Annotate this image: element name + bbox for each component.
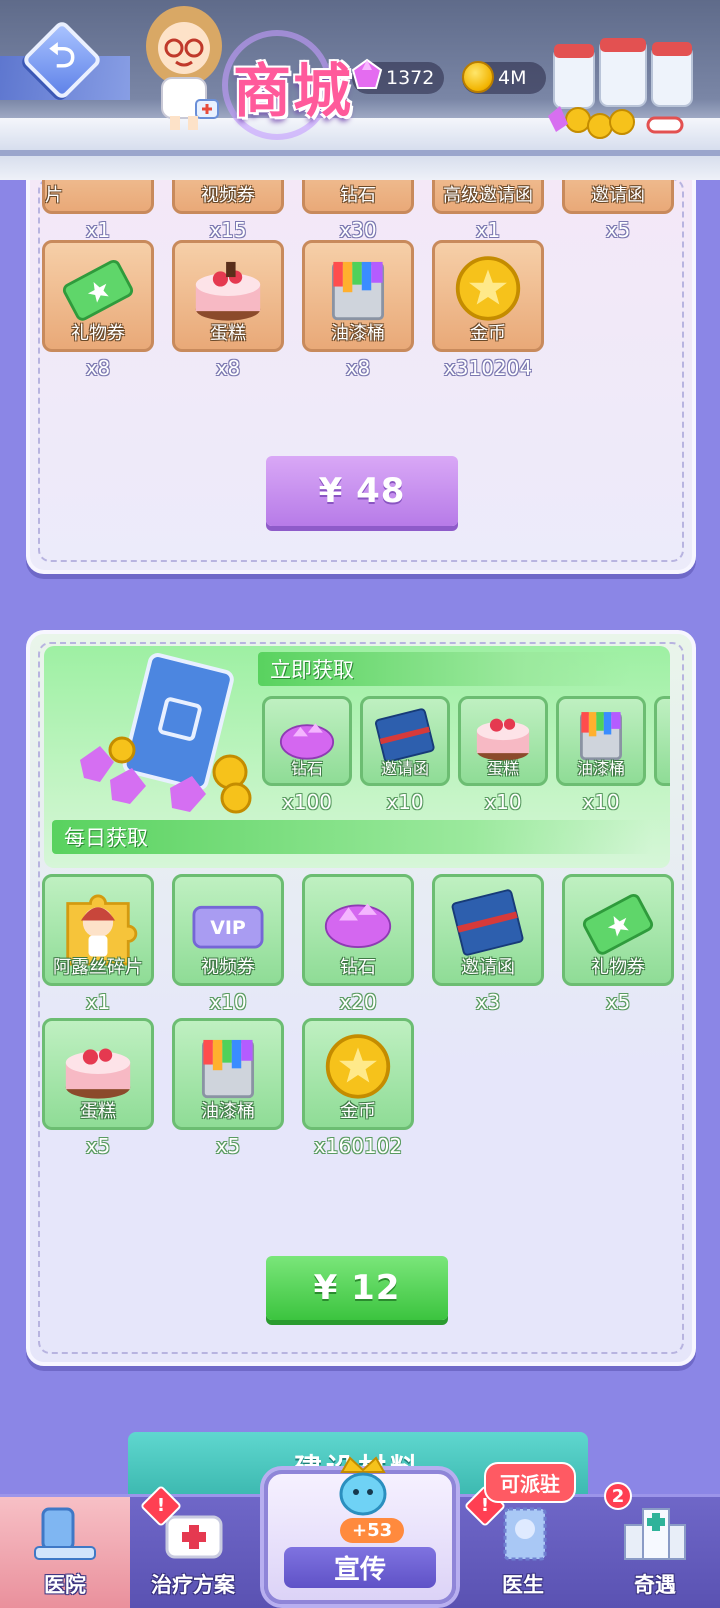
item-name: 视频券 bbox=[201, 957, 255, 978]
item-qty: x3 bbox=[475, 990, 501, 1014]
item-qty: x20 bbox=[339, 990, 377, 1014]
nav-encounter[interactable]: 奇遇 bbox=[590, 1497, 720, 1608]
hospital-building-icon bbox=[624, 1508, 686, 1560]
nav-label: 治疗方案 bbox=[151, 1573, 235, 1597]
item-name: 礼物券 bbox=[591, 957, 645, 978]
pack-panel-48: 松鼠公主碎片 x1 视频券 x15 钻石 x30 高级邀请函 x1 邀请函 x5 bbox=[26, 134, 696, 574]
item-name: 邀请函 bbox=[380, 759, 429, 778]
pack2-instant-invite[interactable]: 邀请函 x10 bbox=[360, 696, 450, 814]
encounter-count-badge: 2 bbox=[604, 1482, 632, 1510]
daily-label: 每日获取 bbox=[52, 820, 652, 854]
item-qty: x10 bbox=[484, 790, 522, 814]
item-qty: x10 bbox=[582, 790, 620, 814]
item-qty: x10 bbox=[209, 990, 247, 1014]
coin-counter[interactable]: 4M bbox=[462, 61, 546, 94]
item-name: 油漆桶 bbox=[576, 759, 625, 778]
item-qty: x1 bbox=[85, 218, 111, 242]
nav-promote[interactable]: +53 宣传 bbox=[264, 1456, 456, 1604]
pack2-daily-cake[interactable]: 蛋糕 x5 bbox=[42, 1018, 154, 1158]
item-name: 油漆桶 bbox=[331, 323, 385, 344]
gem-counter[interactable]: 1372 bbox=[351, 58, 444, 94]
pack1-item-cake[interactable]: 蛋糕 x8 bbox=[172, 240, 284, 380]
nav-hospital[interactable]: 医院 bbox=[0, 1497, 130, 1608]
pack-panel-12: 立即获取 钻石 x100 邀请函 x10 蛋糕 x10 油漆桶 x10 每日获取… bbox=[26, 630, 696, 1366]
pack2-instant-paint-bucket[interactable]: 油漆桶 x10 bbox=[556, 696, 646, 814]
hospital-faucet-icon bbox=[34, 1507, 96, 1560]
nav-treatment[interactable]: ! 治疗方案 bbox=[128, 1484, 258, 1608]
item-name: 金币 bbox=[340, 1101, 376, 1122]
shop-header: ⮌ 商城 1372 4M bbox=[0, 0, 720, 180]
promote-bonus-badge: +53 bbox=[340, 1518, 405, 1543]
item-name: 阿露丝碎片 bbox=[53, 957, 143, 978]
item-qty: x30 bbox=[339, 218, 377, 242]
item-name: 钻石 bbox=[340, 957, 376, 978]
item-qty: x5 bbox=[605, 990, 631, 1014]
item-qty: x5 bbox=[605, 218, 631, 242]
pack2-daily-diamond[interactable]: 钻石 x20 bbox=[302, 874, 414, 1014]
nav-doctor[interactable]: ! 医生 bbox=[458, 1484, 588, 1608]
pack2-instant-cake[interactable]: 蛋糕 x10 bbox=[458, 696, 548, 814]
medicine-jars-icon bbox=[548, 38, 693, 139]
instant-label: 立即获取 bbox=[258, 652, 630, 686]
pack2-daily-gold-coin[interactable]: 金币 x160102 bbox=[302, 1018, 414, 1158]
buy-button-12[interactable]: ¥ 12 bbox=[266, 1256, 448, 1320]
pack2-daily-gift-ticket[interactable]: 礼物券 x5 bbox=[562, 874, 674, 1014]
item-qty: x8 bbox=[345, 356, 371, 380]
gem-amount: 1372 bbox=[386, 67, 435, 89]
svg-text:VIP: VIP bbox=[210, 917, 246, 939]
item-name: 视频券 bbox=[201, 185, 255, 206]
item-name: 邀请函 bbox=[591, 185, 645, 206]
pack2-instant-diamond[interactable]: 钻石 x100 bbox=[262, 696, 352, 814]
item-name: 油漆桶 bbox=[201, 1101, 255, 1122]
item-qty: x100 bbox=[281, 790, 332, 814]
item-name: 高级邀请函 bbox=[443, 185, 533, 206]
pack1-item-gold-coin[interactable]: 金币 x310204 bbox=[432, 240, 544, 380]
pack2-daily-video-ticket[interactable]: VIP 视频券 x10 bbox=[172, 874, 284, 1014]
item-qty: x1 bbox=[475, 218, 501, 242]
coin-icon bbox=[462, 61, 494, 93]
gem-icon bbox=[351, 58, 383, 89]
crowned-mascot-icon bbox=[339, 1456, 387, 1516]
item-name: 金币 bbox=[470, 323, 506, 344]
item-qty: x8 bbox=[85, 356, 111, 380]
pack1-item-paint-bucket[interactable]: 油漆桶 x8 bbox=[302, 240, 414, 380]
back-button[interactable]: ⮌ bbox=[20, 18, 104, 102]
book-with-gems-icon bbox=[80, 653, 252, 814]
item-name: 蛋糕 bbox=[80, 1101, 116, 1122]
page-title: 商城 bbox=[232, 57, 353, 125]
item-name: 蛋糕 bbox=[210, 323, 246, 344]
item-name: 钻石 bbox=[340, 185, 376, 206]
pack1-item-gift-ticket[interactable]: 礼物券 x8 bbox=[42, 240, 154, 380]
pack2-daily-alice-shard[interactable]: 阿露丝碎片 x1 bbox=[42, 874, 154, 1014]
item-qty: x10 bbox=[386, 790, 424, 814]
nav-label: 宣传 bbox=[284, 1547, 436, 1588]
item-qty: x5 bbox=[215, 1134, 241, 1158]
more-items-hint bbox=[654, 696, 670, 786]
item-name: 邀请函 bbox=[461, 957, 515, 978]
item-name: 蛋糕 bbox=[486, 759, 519, 778]
back-arrow-icon: ⮌ bbox=[48, 35, 76, 76]
dispatch-badge: 可派驻 bbox=[484, 1462, 576, 1503]
item-qty: x8 bbox=[215, 356, 241, 380]
item-qty: x1 bbox=[85, 990, 111, 1014]
item-qty: x310204 bbox=[443, 356, 533, 380]
coin-amount: 4M bbox=[498, 67, 527, 89]
item-qty: x15 bbox=[209, 218, 247, 242]
item-name: 礼物券 bbox=[71, 323, 125, 344]
item-name: 钻石 bbox=[290, 759, 323, 778]
item-qty: x160102 bbox=[313, 1134, 403, 1158]
buy-button-48[interactable]: ¥ 48 bbox=[266, 456, 458, 526]
nav-label: 奇遇 bbox=[634, 1573, 676, 1597]
item-qty: x5 bbox=[85, 1134, 111, 1158]
nav-label: 医生 bbox=[502, 1573, 544, 1597]
nav-label: 医院 bbox=[44, 1573, 86, 1597]
pack2-daily-paint-bucket[interactable]: 油漆桶 x5 bbox=[172, 1018, 284, 1158]
pack2-daily-invite[interactable]: 邀请函 x3 bbox=[432, 874, 544, 1014]
